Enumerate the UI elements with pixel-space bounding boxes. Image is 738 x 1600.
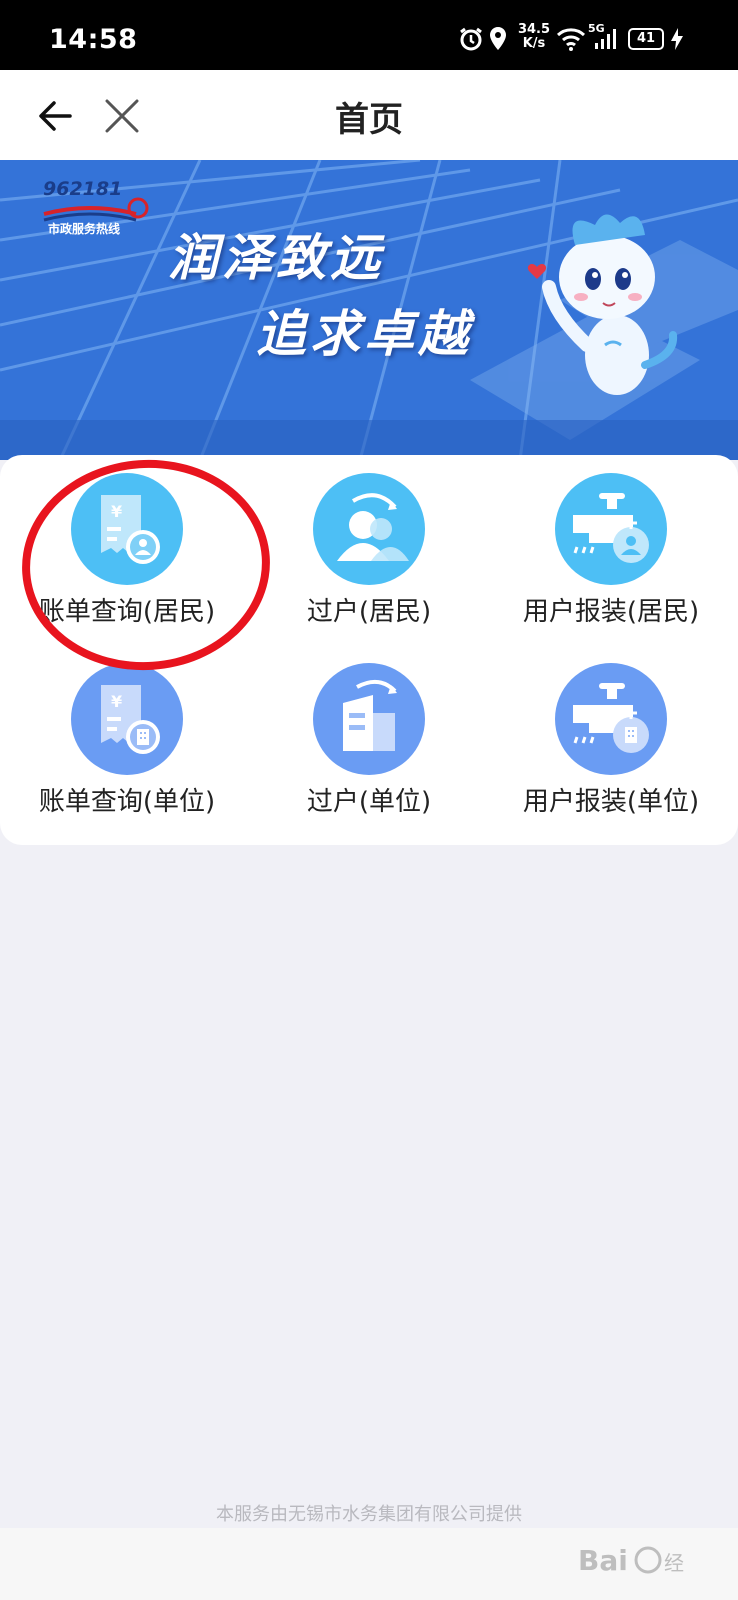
svg-text:¥: ¥ bbox=[111, 502, 122, 521]
nav-bar: 首页 bbox=[0, 70, 738, 160]
banner-slogan-line2: 追求卓越 bbox=[256, 304, 472, 363]
alarm-icon bbox=[460, 27, 482, 51]
net-speed-unit: K/s bbox=[522, 36, 546, 51]
install-resident-icon bbox=[555, 473, 667, 585]
footer-note: 本服务由无锡市水务集团有限公司提供 bbox=[216, 1504, 522, 1525]
service-install-company[interactable]: 用户报装(单位) bbox=[488, 645, 734, 835]
net-speed: 34.5 K/s bbox=[516, 23, 552, 51]
battery-indicator: 41 bbox=[628, 28, 664, 50]
service-transfer-company[interactable]: 过户(单位) bbox=[246, 645, 492, 835]
status-icons: 34.5 K/s 5G 41 bbox=[458, 22, 708, 56]
baidu-watermark-logo: Bai 经 bbox=[578, 1544, 684, 1577]
wifi-icon bbox=[556, 28, 586, 51]
service-bill-resident[interactable]: ¥ 账单查询(居民) bbox=[4, 455, 250, 645]
service-label: 账单查询(单位) bbox=[38, 787, 216, 817]
status-time: 14:58 bbox=[49, 24, 138, 55]
services-card: ¥ 账单查询(居民) 过户(居民) 用户报装(居民) ¥ 账单查询(单位) 过户… bbox=[0, 455, 738, 845]
service-label: 过户(单位) bbox=[306, 787, 432, 817]
service-bill-company[interactable]: ¥ 账单查询(单位) bbox=[4, 645, 250, 835]
bill-company-icon: ¥ bbox=[71, 663, 183, 775]
signal-icon bbox=[595, 29, 616, 49]
hotline-subtitle: 市政服务热线 bbox=[48, 222, 121, 236]
service-label: 用户报装(居民) bbox=[522, 597, 700, 627]
bill-resident-icon: ¥ bbox=[71, 473, 183, 585]
svg-text:¥: ¥ bbox=[111, 692, 122, 711]
service-install-resident[interactable]: 用户报装(居民) bbox=[488, 455, 734, 645]
net-speed-value: 34.5 bbox=[517, 22, 551, 37]
location-icon bbox=[490, 27, 506, 50]
service-label: 用户报装(单位) bbox=[522, 787, 700, 817]
transfer-company-icon bbox=[313, 663, 425, 775]
service-label: 账单查询(居民) bbox=[38, 597, 216, 627]
charging-icon bbox=[671, 28, 683, 50]
svg-text:Bai: Bai bbox=[578, 1544, 628, 1577]
status-bar: 14:58 34.5 K/s 5G 41 bbox=[0, 0, 738, 70]
hotline-number: 962181 bbox=[43, 178, 123, 200]
banner[interactable]: 962181 市政服务热线 润泽致远 追求卓越 bbox=[0, 160, 738, 460]
page-title: 首页 bbox=[335, 100, 403, 140]
service-transfer-resident[interactable]: 过户(居民) bbox=[246, 455, 492, 645]
transfer-resident-icon bbox=[313, 473, 425, 585]
banner-slogan-line1: 润泽致远 bbox=[168, 228, 384, 287]
service-label: 过户(居民) bbox=[306, 597, 432, 627]
svg-text:经: 经 bbox=[664, 1551, 684, 1575]
mascot-illustration bbox=[527, 214, 678, 395]
install-company-icon bbox=[555, 663, 667, 775]
